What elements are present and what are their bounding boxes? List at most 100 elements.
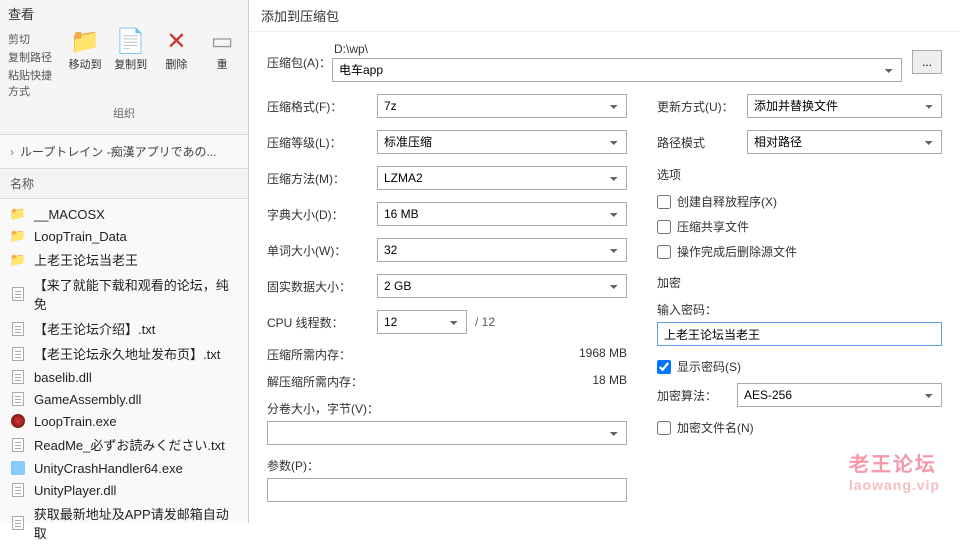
file-item[interactable]: UnityPlayer.dll	[0, 479, 248, 501]
method-label: 压缩方法(M)：	[267, 170, 377, 187]
file-name: GameAssembly.dll	[34, 392, 141, 407]
format-label: 压缩格式(F)：	[267, 98, 377, 115]
rename-icon: ▭	[211, 27, 234, 56]
file-item[interactable]: 📁 LoopTrain_Data	[0, 225, 248, 247]
archive-name-select[interactable]: 电车app	[332, 58, 902, 82]
password-input[interactable]	[657, 322, 942, 346]
folder-icon: 📁	[10, 252, 26, 268]
mem-decompress-label: 解压缩所需内存：	[267, 373, 363, 390]
document-icon	[10, 286, 26, 302]
rename-button[interactable]: ▭ 重	[204, 27, 240, 72]
params-label: 参数(P)：	[267, 457, 627, 474]
file-name: 【来了就能下载和观看的论坛，纯免	[34, 275, 238, 313]
document-icon	[10, 321, 26, 337]
file-item[interactable]: 📁__MACOSX	[0, 203, 248, 225]
encrypt-title: 加密	[657, 274, 942, 291]
level-select[interactable]: 标准压缩	[377, 130, 627, 154]
file-item[interactable]: GameAssembly.dll	[0, 388, 248, 410]
paste-shortcut-action[interactable]: 粘贴快捷方式	[8, 67, 57, 99]
file-item[interactable]: LoopTrain.exe	[0, 410, 248, 432]
document-icon	[10, 391, 26, 407]
move-to-button[interactable]: 📁 移动到	[67, 27, 103, 72]
file-item[interactable]: ReadMe_必ずお読みください.txt	[0, 432, 248, 457]
file-item[interactable]: 【老王论坛介绍】.txt	[0, 316, 248, 341]
dict-select[interactable]: 16 MB	[377, 202, 627, 226]
update-select[interactable]: 添加并替换文件	[747, 94, 942, 118]
archive-label: 压缩包(A)：	[267, 54, 332, 71]
add-to-archive-dialog: 添加到压缩包 压缩包(A)： D:\wp\ 电车app ... 压缩格式(F)：…	[248, 0, 960, 523]
move-to-label: 移动到	[68, 56, 101, 72]
shared-label: 压缩共享文件	[677, 218, 749, 235]
copy-path-action[interactable]: 复制路径	[8, 49, 57, 65]
copy-to-label: 复制到	[114, 56, 147, 72]
delete-label: 删除	[165, 56, 187, 72]
level-label: 压缩等级(L)：	[267, 134, 377, 151]
format-select[interactable]: 7z	[377, 94, 627, 118]
right-settings-column: 更新方式(U)： 添加并替换文件 路径模式 相对路径 选项 创建自释放程序(X)…	[657, 94, 942, 502]
split-select[interactable]	[267, 421, 627, 445]
showpw-checkbox[interactable]	[657, 360, 671, 374]
sfx-checkbox-row[interactable]: 创建自释放程序(X)	[657, 193, 942, 210]
copy-to-icon: 📄	[116, 27, 146, 56]
enc-method-label: 加密算法：	[657, 387, 737, 404]
enc-names-checkbox[interactable]	[657, 421, 671, 435]
mem-compress-label: 压缩所需内存：	[267, 346, 351, 363]
shared-checkbox-row[interactable]: 压缩共享文件	[657, 218, 942, 235]
document-icon	[10, 437, 26, 453]
enc-names-checkbox-row[interactable]: 加密文件名(N)	[657, 419, 942, 436]
word-label: 单词大小(W)：	[267, 242, 377, 259]
delete-src-checkbox[interactable]	[657, 245, 671, 259]
file-name: 获取最新地址及APP请发邮箱自动取	[34, 504, 238, 542]
file-item[interactable]: 📁上老王论坛当老王	[0, 247, 248, 272]
copy-to-button[interactable]: 📄 复制到	[113, 27, 149, 72]
cpu-select[interactable]: 12	[377, 310, 467, 334]
method-select[interactable]: LZMA2	[377, 166, 627, 190]
pathmode-label: 路径模式	[657, 134, 747, 151]
dict-label: 字典大小(D)：	[267, 206, 377, 223]
sfx-checkbox[interactable]	[657, 195, 671, 209]
file-item[interactable]: 【老王论坛永久地址发布页】.txt	[0, 341, 248, 366]
delete-src-label: 操作完成后删除源文件	[677, 243, 797, 260]
dialog-title: 添加到压缩包	[249, 0, 960, 32]
ribbon-tab-view[interactable]: 查看	[8, 4, 240, 23]
breadcrumb-separator: ›	[10, 145, 14, 159]
file-name: LoopTrain.exe	[34, 414, 117, 429]
document-icon	[10, 346, 26, 362]
file-name: LoopTrain_Data	[34, 229, 127, 244]
params-input[interactable]	[267, 478, 627, 502]
left-settings-column: 压缩格式(F)： 7z 压缩等级(L)： 标准压缩 压缩方法(M)： LZMA2…	[267, 94, 627, 502]
cpu-label: CPU 线程数：	[267, 314, 377, 331]
enc-method-select[interactable]: AES-256	[737, 383, 942, 407]
browse-button[interactable]: ...	[912, 50, 942, 74]
cut-action[interactable]: 剪切	[8, 31, 57, 47]
pathmode-select[interactable]: 相对路径	[747, 130, 942, 154]
mem-decompress-value: 18 MB	[592, 373, 627, 390]
split-label: 分卷大小，字节(V)：	[267, 400, 627, 417]
explorer-pane: 查看 剪切 复制路径 粘贴快捷方式 📁 移动到 📄 复制到 ✕ 删除 ▭ 重	[0, 0, 248, 523]
enc-names-label: 加密文件名(N)	[677, 419, 754, 436]
delete-icon: ✕	[166, 27, 186, 56]
delete-button[interactable]: ✕ 删除	[159, 27, 195, 72]
file-item[interactable]: 【来了就能下载和观看的论坛，纯免	[0, 272, 248, 316]
file-item[interactable]: baselib.dll	[0, 366, 248, 388]
document-icon	[10, 369, 26, 385]
column-header-name[interactable]: 名称	[0, 169, 248, 199]
showpw-checkbox-row[interactable]: 显示密码(S)	[657, 358, 942, 375]
file-name: __MACOSX	[34, 207, 105, 222]
document-icon	[10, 482, 26, 498]
showpw-label: 显示密码(S)	[677, 358, 741, 375]
solid-select[interactable]: 2 GB	[377, 274, 627, 298]
shared-checkbox[interactable]	[657, 220, 671, 234]
word-select[interactable]: 32	[377, 238, 627, 262]
breadcrumb[interactable]: › ループトレイン -痴漢アプリであの...	[0, 135, 248, 169]
archive-path: D:\wp\	[334, 42, 902, 56]
mem-compress-value: 1968 MB	[579, 346, 627, 363]
delete-src-checkbox-row[interactable]: 操作完成后删除源文件	[657, 243, 942, 260]
breadcrumb-item[interactable]: ループトレイン -痴漢アプリであの...	[20, 143, 217, 160]
file-item[interactable]: UnityCrashHandler64.exe	[0, 457, 248, 479]
file-item[interactable]: 获取最新地址及APP请发邮箱自动取	[0, 501, 248, 545]
file-name: UnityCrashHandler64.exe	[34, 461, 183, 476]
sfx-label: 创建自释放程序(X)	[677, 193, 777, 210]
password-label: 输入密码：	[657, 301, 942, 318]
folder-icon: 📁	[10, 228, 26, 244]
